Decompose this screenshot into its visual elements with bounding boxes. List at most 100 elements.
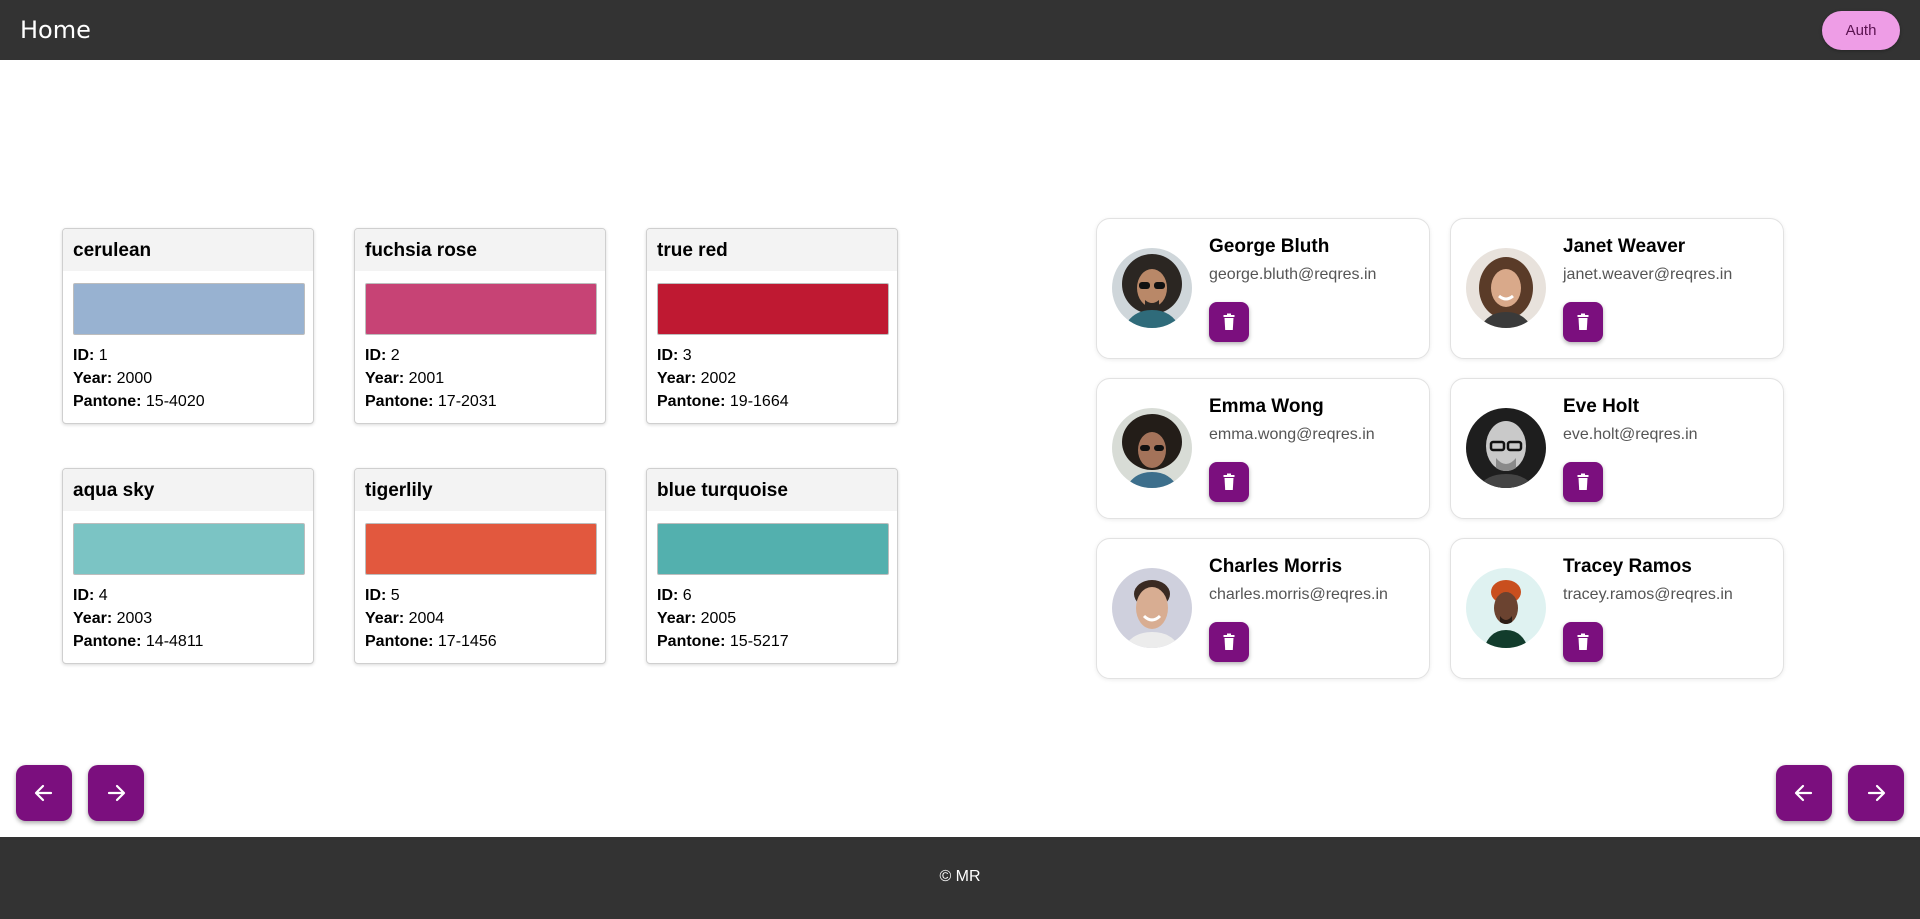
trash-icon <box>1223 473 1235 490</box>
color-name: cerulean <box>63 229 313 271</box>
pantone-label: Pantone: <box>365 393 434 410</box>
color-year: 2004 <box>408 610 445 627</box>
color-name: true red <box>647 229 897 271</box>
year-label: Year: <box>365 370 405 387</box>
delete-user-button[interactable] <box>1563 622 1603 662</box>
color-card: tigerlily ID: 5 Year: 2004 Pantone: 17-1… <box>354 468 606 664</box>
delete-user-button[interactable] <box>1563 462 1603 502</box>
color-info: ID: 1 Year: 2000 Pantone: 15-4020 <box>73 344 205 413</box>
user-email: emma.wong@reqres.in <box>1209 426 1375 443</box>
delete-user-button[interactable] <box>1209 622 1249 662</box>
color-pantone: 17-2031 <box>437 393 497 410</box>
color-year: 2003 <box>116 610 153 627</box>
user-card: Charles Morris charles.morris@reqres.in <box>1096 538 1430 679</box>
delete-user-button[interactable] <box>1209 462 1249 502</box>
year-label: Year: <box>73 610 113 627</box>
users-next-button[interactable] <box>1848 765 1904 821</box>
id-label: ID: <box>73 587 95 604</box>
arrow-right-icon <box>107 784 126 802</box>
year-label: Year: <box>365 610 405 627</box>
color-id: 4 <box>98 587 108 604</box>
color-pantone: 15-5217 <box>729 633 789 650</box>
id-label: ID: <box>73 347 95 364</box>
trash-icon <box>1577 473 1589 490</box>
auth-button[interactable]: Auth <box>1822 11 1900 50</box>
color-pantone: 19-1664 <box>729 393 789 410</box>
color-card: fuchsia rose ID: 2 Year: 2001 Pantone: 1… <box>354 228 606 424</box>
delete-user-button[interactable] <box>1209 302 1249 342</box>
color-info: ID: 4 Year: 2003 Pantone: 14-4811 <box>73 584 203 653</box>
color-card: true red ID: 3 Year: 2002 Pantone: 19-16… <box>646 228 898 424</box>
users-prev-button[interactable] <box>1776 765 1832 821</box>
color-id: 3 <box>682 347 692 364</box>
avatar <box>1466 408 1546 488</box>
color-swatch <box>657 523 889 575</box>
color-info: ID: 2 Year: 2001 Pantone: 17-2031 <box>365 344 497 413</box>
pantone-label: Pantone: <box>657 633 726 650</box>
year-label: Year: <box>73 370 113 387</box>
avatar <box>1112 408 1192 488</box>
trash-icon <box>1577 633 1589 650</box>
user-name: Janet Weaver <box>1563 236 1686 257</box>
color-id: 5 <box>390 587 400 604</box>
id-label: ID: <box>657 587 679 604</box>
user-name: Tracey Ramos <box>1563 556 1692 577</box>
user-email: george.bluth@reqres.in <box>1209 266 1377 283</box>
avatar <box>1466 568 1546 648</box>
pantone-label: Pantone: <box>73 633 142 650</box>
color-name: tigerlily <box>355 469 605 511</box>
arrow-left-icon <box>1794 784 1813 802</box>
color-pantone: 14-4811 <box>145 633 204 650</box>
color-id: 2 <box>390 347 400 364</box>
trash-icon <box>1223 633 1235 650</box>
color-name: blue turquoise <box>647 469 897 511</box>
id-label: ID: <box>365 587 387 604</box>
color-info: ID: 3 Year: 2002 Pantone: 19-1664 <box>657 344 789 413</box>
user-name: Eve Holt <box>1563 396 1640 417</box>
avatar <box>1112 568 1192 648</box>
color-id: 1 <box>98 347 108 364</box>
color-year: 2001 <box>408 370 445 387</box>
user-email: janet.weaver@reqres.in <box>1563 266 1733 283</box>
avatar <box>1466 248 1546 328</box>
color-name: fuchsia rose <box>355 229 605 271</box>
color-info: ID: 5 Year: 2004 Pantone: 17-1456 <box>365 584 497 653</box>
user-card: Emma Wong emma.wong@reqres.in <box>1096 378 1430 519</box>
app-footer: © MR <box>0 837 1920 919</box>
color-pantone: 17-1456 <box>437 633 497 650</box>
pantone-label: Pantone: <box>657 393 726 410</box>
color-name: aqua sky <box>63 469 313 511</box>
color-id: 6 <box>682 587 692 604</box>
trash-icon <box>1223 313 1235 330</box>
user-email: charles.morris@reqres.in <box>1209 586 1388 603</box>
color-swatch <box>73 283 305 335</box>
delete-user-button[interactable] <box>1563 302 1603 342</box>
user-card: Tracey Ramos tracey.ramos@reqres.in <box>1450 538 1784 679</box>
colors-prev-button[interactable] <box>16 765 72 821</box>
user-card: George Bluth george.bluth@reqres.in <box>1096 218 1430 359</box>
pantone-label: Pantone: <box>73 393 142 410</box>
year-label: Year: <box>657 370 697 387</box>
user-email: tracey.ramos@reqres.in <box>1563 586 1733 603</box>
colors-next-button[interactable] <box>88 765 144 821</box>
color-info: ID: 6 Year: 2005 Pantone: 15-5217 <box>657 584 789 653</box>
color-pantone: 15-4020 <box>145 393 205 410</box>
copyright-text: © MR <box>939 868 981 885</box>
year-label: Year: <box>657 610 697 627</box>
pantone-label: Pantone: <box>365 633 434 650</box>
color-swatch <box>657 283 889 335</box>
color-year: 2002 <box>700 370 737 387</box>
color-card: aqua sky ID: 4 Year: 2003 Pantone: 14-48… <box>62 468 314 664</box>
id-label: ID: <box>657 347 679 364</box>
color-card: blue turquoise ID: 6 Year: 2005 Pantone:… <box>646 468 898 664</box>
color-year: 2000 <box>116 370 153 387</box>
user-name: Emma Wong <box>1209 396 1324 417</box>
page-title: Home <box>20 16 91 44</box>
arrow-right-icon <box>1867 784 1886 802</box>
color-card: cerulean ID: 1 Year: 2000 Pantone: 15-40… <box>62 228 314 424</box>
color-year: 2005 <box>700 610 737 627</box>
id-label: ID: <box>365 347 387 364</box>
trash-icon <box>1577 313 1589 330</box>
user-card: Janet Weaver janet.weaver@reqres.in <box>1450 218 1784 359</box>
color-swatch <box>73 523 305 575</box>
